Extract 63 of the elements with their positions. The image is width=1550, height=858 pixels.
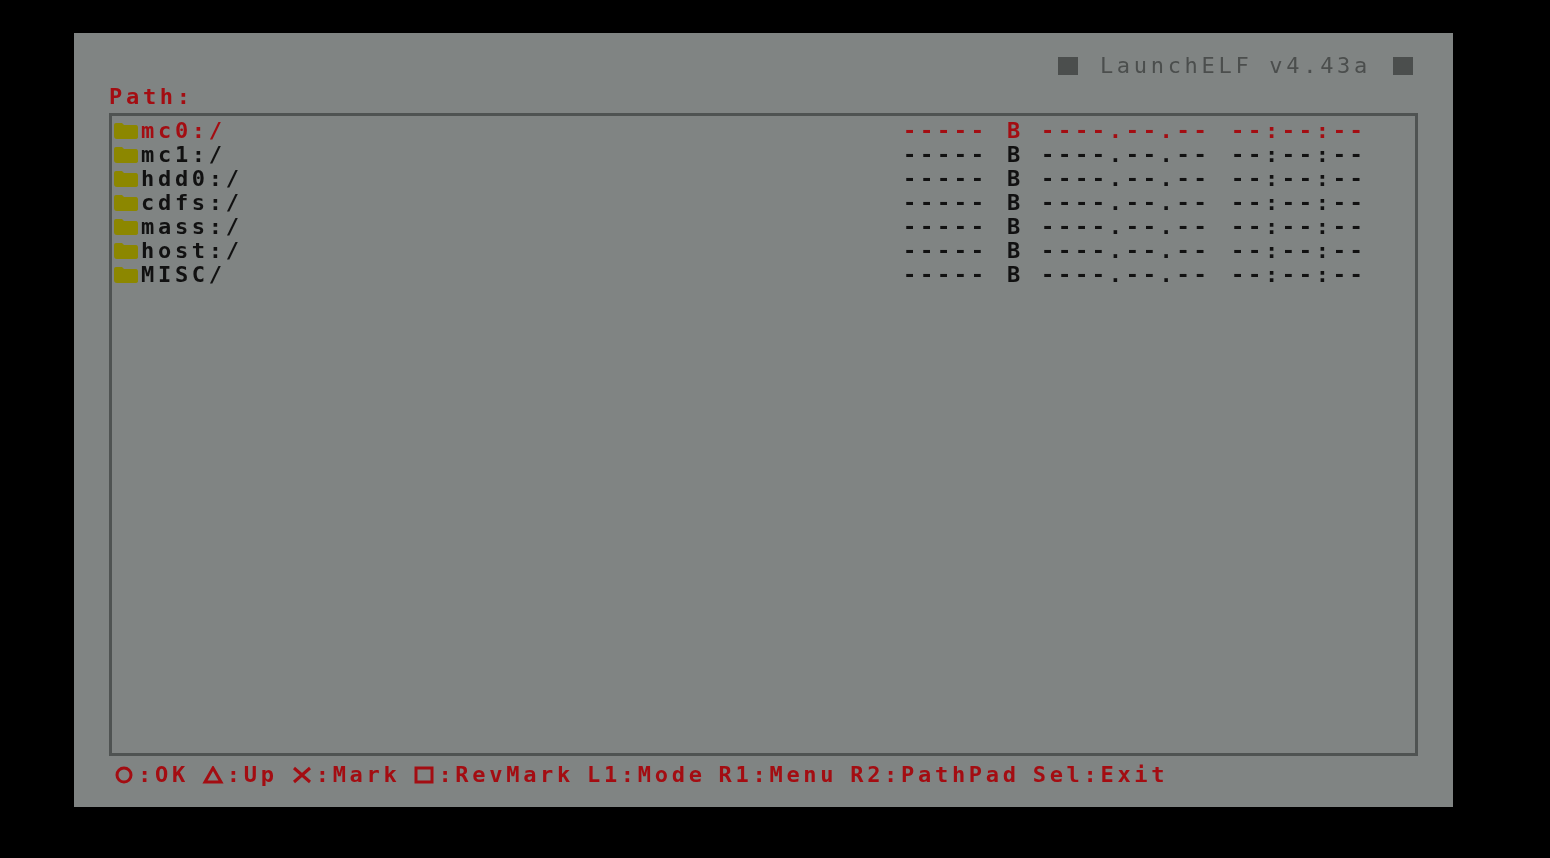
file-time: --:--:-- [1231, 215, 1367, 239]
file-date: ----.--.-- [1041, 119, 1212, 143]
file-name: mass:/ [141, 215, 244, 239]
file-size: ----- [903, 263, 989, 287]
file-time: --:--:-- [1231, 167, 1367, 191]
file-time: --:--:-- [1231, 263, 1367, 287]
file-time: --:--:-- [1231, 143, 1367, 167]
file-date: ----.--.-- [1041, 167, 1212, 191]
size-unit: B [1007, 167, 1025, 191]
size-unit: B [1007, 119, 1025, 143]
folder-icon [113, 218, 139, 236]
file-date: ----.--.-- [1041, 215, 1212, 239]
circle-icon [113, 766, 135, 784]
square-icon [1057, 57, 1078, 75]
file-date: ----.--.-- [1041, 191, 1212, 215]
size-unit: B [1007, 215, 1025, 239]
file-size: ----- [903, 215, 989, 239]
size-unit: B [1007, 239, 1025, 263]
file-size: ----- [903, 167, 989, 191]
button-hint: R1:Menu [718, 763, 838, 787]
folder-icon [113, 266, 139, 284]
square-icon [1393, 57, 1413, 75]
file-name: MISC/ [141, 263, 227, 287]
button-hint: :OK [138, 763, 189, 787]
size-unit: B [1007, 263, 1025, 287]
file-row[interactable]: mass:/ ----- B ----.--.-- --:--:-- [113, 215, 1415, 239]
button-hint: Sel:Exit [1032, 763, 1169, 787]
folder-icon [113, 146, 139, 164]
button-hint: R2:PathPad [850, 763, 1020, 787]
file-size: ----- [903, 143, 989, 167]
file-time: --:--:-- [1231, 239, 1367, 263]
cross-icon [290, 766, 313, 784]
button-hint: L1:Mode [587, 763, 706, 787]
file-size: ----- [903, 239, 989, 263]
file-name: hdd0:/ [141, 167, 244, 191]
file-date: ----.--.-- [1041, 143, 1212, 167]
file-name: mc1:/ [141, 143, 227, 167]
file-time: --:--:-- [1231, 119, 1367, 143]
folder-icon [113, 122, 139, 140]
path-label: Path: [109, 85, 194, 109]
button-hint: :Up [226, 763, 278, 787]
file-size: ----- [903, 119, 989, 143]
button-hint: :RevMark [438, 763, 574, 787]
size-unit: B [1007, 143, 1025, 167]
file-name: cdfs:/ [141, 191, 244, 215]
size-unit: B [1007, 191, 1025, 215]
folder-icon [113, 194, 139, 212]
file-row[interactable]: MISC/ ----- B ----.--.-- --:--:-- [113, 263, 1415, 287]
file-row[interactable]: hdd0:/ ----- B ----.--.-- --:--:-- [113, 167, 1415, 191]
file-row[interactable]: host:/ ----- B ----.--.-- --:--:-- [113, 239, 1415, 263]
square-icon [413, 766, 436, 784]
triangle-icon [201, 766, 224, 784]
button-hint: :Mark [315, 763, 401, 787]
folder-icon [113, 242, 139, 260]
file-time: --:--:-- [1231, 191, 1367, 215]
file-date: ----.--.-- [1041, 263, 1212, 287]
file-row[interactable]: mc1:/ ----- B ----.--.-- --:--:-- [113, 143, 1415, 167]
folder-icon [113, 170, 139, 188]
file-size: ----- [903, 191, 989, 215]
file-row[interactable]: cdfs:/ ----- B ----.--.-- --:--:-- [113, 191, 1415, 215]
file-date: ----.--.-- [1041, 239, 1212, 263]
file-name: mc0:/ [141, 119, 227, 143]
file-name: host:/ [141, 239, 244, 263]
